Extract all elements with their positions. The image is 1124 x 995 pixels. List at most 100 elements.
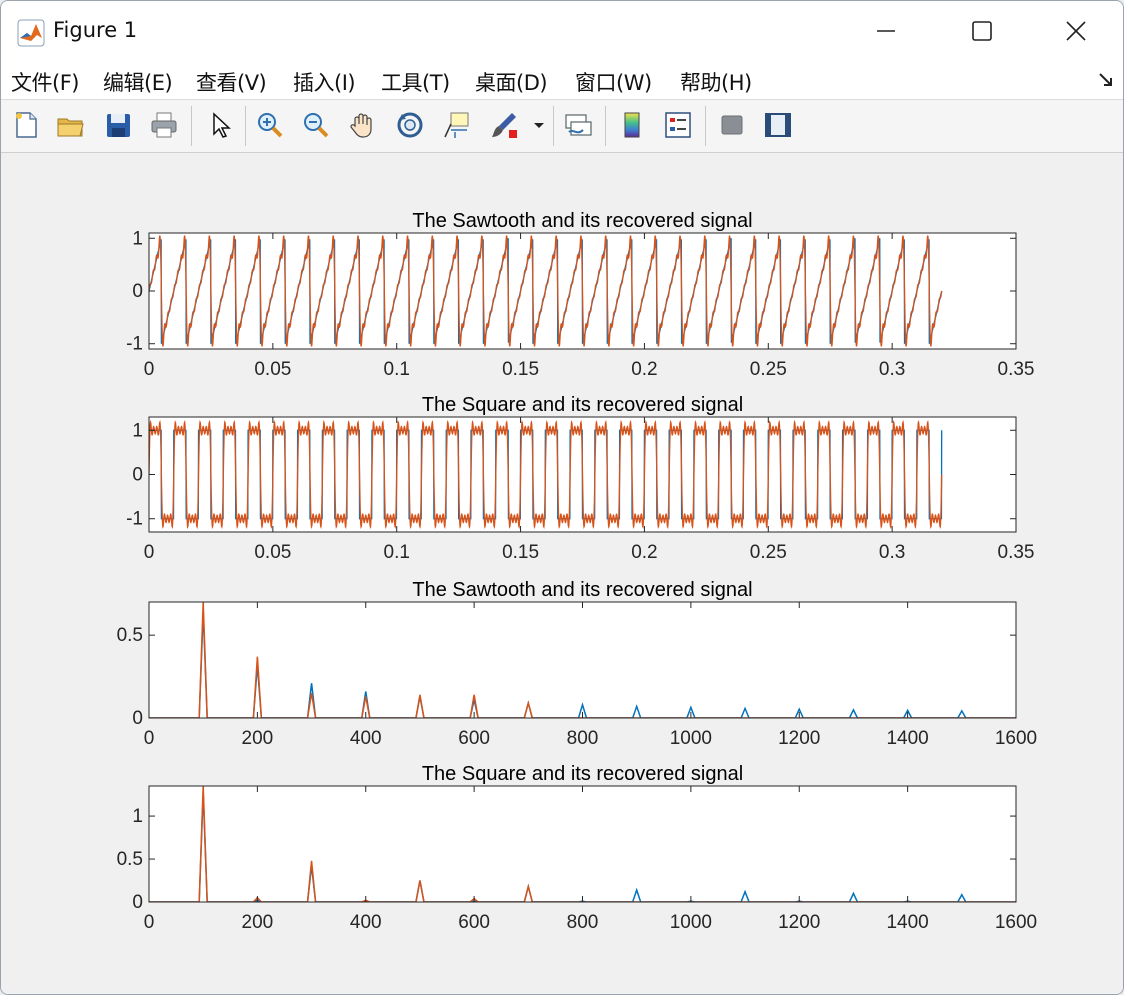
rotate-3d-icon: [397, 112, 423, 138]
menu-help[interactable]: 帮助(H): [680, 67, 752, 97]
x-tick-label: 0.35: [998, 542, 1035, 563]
dock-arrow-icon[interactable]: [1097, 71, 1115, 89]
axes-title: The Square and its recovered signal: [422, 394, 743, 416]
x-tick-label: 0.25: [750, 542, 787, 563]
x-tick-label: 600: [458, 728, 490, 749]
x-tick-label: 0: [144, 728, 155, 749]
y-tick-label: 0.5: [117, 849, 143, 870]
colorbar-icon: [624, 112, 640, 138]
data-cursor-button[interactable]: [439, 108, 473, 142]
x-tick-label: 0.2: [631, 542, 657, 563]
x-tick-label: 1400: [886, 728, 928, 749]
maximize-button[interactable]: [935, 1, 1029, 61]
pointer-button[interactable]: [203, 108, 237, 142]
legend-button[interactable]: [661, 108, 695, 142]
show-plot-tools-button[interactable]: [761, 108, 795, 142]
x-tick-label: 1200: [778, 912, 820, 933]
matlab-icon: [17, 19, 45, 47]
x-tick-label: 0.1: [384, 359, 410, 380]
toolbar-separator: [553, 106, 554, 146]
figure-window: Figure 1 文件(F) 编辑(E) 查看(V) 插入(I) 工具(T) 桌…: [0, 0, 1124, 995]
axes-square-time[interactable]: The Square and its recovered signal 0 0.0…: [126, 394, 1034, 563]
x-tick-label: 0: [144, 359, 155, 380]
axes-background: [149, 786, 1016, 902]
x-tick-label: 400: [350, 728, 382, 749]
print-icon: [151, 112, 177, 138]
x-tick-label: 0.05: [254, 359, 291, 380]
hide-plot-tools-button[interactable]: [715, 108, 749, 142]
x-tick-label: 1600: [995, 728, 1037, 749]
link-plot-icon: [565, 114, 592, 136]
x-tick-label: 600: [458, 912, 490, 933]
rotate-3d-button[interactable]: [393, 108, 427, 142]
x-tick-label: 1600: [995, 912, 1037, 933]
x-tick-label: 0: [144, 912, 155, 933]
toolbar-separator: [245, 106, 246, 146]
axes-sawtooth-spectrum[interactable]: The Sawtooth and its recovered signal 0 2…: [117, 579, 1038, 749]
x-tick-label: 1000: [670, 912, 712, 933]
y-tick-label: 0: [132, 708, 143, 729]
toolbar: [1, 100, 1123, 153]
y-tick-label: 0: [132, 892, 143, 913]
new-figure-icon: [16, 112, 37, 138]
pointer-icon: [213, 112, 231, 138]
save-icon: [107, 114, 130, 137]
data-cursor-icon: [444, 112, 469, 138]
close-icon: [1066, 21, 1086, 41]
x-tick-label: 200: [242, 728, 274, 749]
x-tick-label: 800: [567, 728, 599, 749]
close-button[interactable]: [1029, 1, 1123, 61]
toolbar-separator: [605, 106, 606, 146]
x-tick-label: 1200: [778, 728, 820, 749]
brush-icon: [492, 113, 517, 138]
colorbar-button[interactable]: [615, 108, 649, 142]
x-tick-label: 0.15: [502, 542, 539, 563]
pan-button[interactable]: [345, 108, 379, 142]
y-tick-label: -1: [126, 509, 143, 530]
axes-title: The Square and its recovered signal: [422, 763, 743, 785]
zoom-in-button[interactable]: [253, 108, 287, 142]
x-tick-label: 0.35: [998, 359, 1035, 380]
axes-square-spectrum[interactable]: The Square and its recovered signal 0 200…: [117, 763, 1038, 933]
open-button[interactable]: [53, 108, 87, 142]
menu-file[interactable]: 文件(F): [11, 67, 79, 97]
maximize-icon: [972, 21, 992, 41]
toolbar-separator: [705, 106, 706, 146]
hide-plot-tools-icon: [721, 115, 743, 135]
minimize-icon: [877, 30, 895, 32]
menu-insert[interactable]: 插入(I): [293, 67, 356, 97]
menu-window[interactable]: 窗口(W): [575, 67, 652, 97]
pan-icon: [350, 113, 372, 138]
zoom-out-button[interactable]: [299, 108, 333, 142]
save-button[interactable]: [101, 108, 135, 142]
new-figure-button[interactable]: [9, 108, 43, 142]
figure-canvas: The Sawtooth and its recovered signal 00…: [1, 153, 1123, 994]
x-tick-label: 400: [350, 912, 382, 933]
zoom-out-icon: [304, 113, 329, 138]
x-tick-label: 800: [567, 912, 599, 933]
menu-edit[interactable]: 编辑(E): [103, 67, 173, 97]
y-tick-label: 0.5: [117, 625, 143, 646]
y-tick-label: 0: [132, 465, 143, 486]
minimize-button[interactable]: [839, 1, 933, 61]
menu-bar: 文件(F) 编辑(E) 查看(V) 插入(I) 工具(T) 桌面(D) 窗口(W…: [1, 61, 1123, 100]
show-plot-tools-icon: [765, 113, 791, 137]
x-tick-label: 0.2: [631, 359, 657, 380]
x-tick-label: 200: [242, 912, 274, 933]
x-tick-label: 1000: [670, 728, 712, 749]
menu-tools[interactable]: 工具(T): [381, 67, 450, 97]
brush-button[interactable]: [487, 108, 521, 142]
x-tick-label: 0.3: [879, 359, 905, 380]
print-button[interactable]: [147, 108, 181, 142]
axes-sawtooth-time[interactable]: The Sawtooth and its recovered signal 0 0…: [126, 210, 1034, 380]
menu-desktop[interactable]: 桌面(D): [475, 67, 548, 97]
plots-svg: The Sawtooth and its recovered signal 00…: [117, 210, 1038, 933]
link-plot-button[interactable]: [561, 108, 595, 142]
x-tick-label: 0.3: [879, 542, 905, 563]
menu-view[interactable]: 查看(V): [196, 67, 267, 97]
y-tick-label: 1: [132, 806, 143, 827]
x-tick-label: 0: [144, 542, 155, 563]
chevron-down-icon: [534, 123, 544, 128]
brush-dropdown-button[interactable]: [529, 108, 549, 142]
zoom-in-icon: [258, 113, 283, 138]
